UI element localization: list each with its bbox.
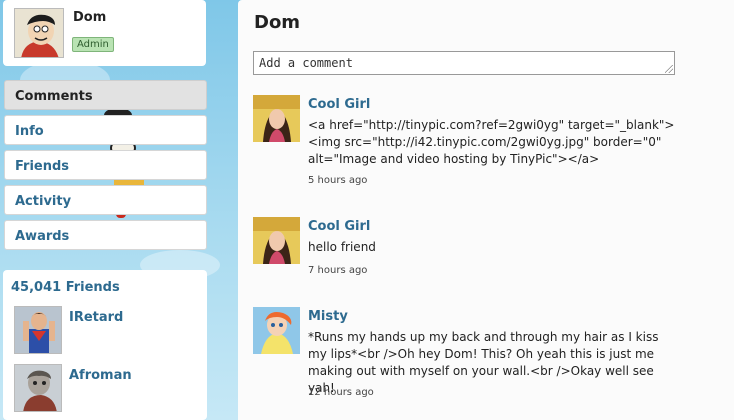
comment-avatar[interactable] [253,217,300,264]
friend-item[interactable]: Afroman [14,364,204,414]
friends-count-title[interactable]: 45,041 Friends [11,280,120,295]
nav-friends[interactable]: Friends [4,150,207,180]
comment-avatar[interactable] [253,95,300,142]
page-title: Dom [254,12,301,33]
comment-item: Cool Girl <a href="http://tinypic.com?re… [253,95,723,195]
comment-timestamp: 7 hours ago [308,265,368,276]
nav-activity[interactable]: Activity [4,185,207,215]
comment-text: hello friend [308,240,376,254]
main-panel: Dom Add a comment Cool Girl <a href="htt… [238,0,734,420]
profile-card: Dom Admin [3,0,206,66]
comment-author[interactable]: Misty [308,309,348,324]
profile-avatar[interactable] [14,8,64,58]
friend-name[interactable]: Afroman [69,368,132,383]
friend-name[interactable]: IRetard [69,310,123,325]
comment-timestamp: 12 hours ago [308,387,374,398]
friend-avatar[interactable] [14,306,62,354]
friends-panel: 45,041 Friends IRetard Afroman [3,270,207,420]
comment-item: Cool Girl hello friend 7 hours ago [253,217,723,287]
admin-badge: Admin [72,37,114,52]
nav-awards[interactable]: Awards [4,220,207,250]
friend-item[interactable]: IRetard [14,306,204,356]
resize-grip-icon[interactable] [665,65,673,73]
comment-input[interactable]: Add a comment [253,51,675,75]
comment-author[interactable]: Cool Girl [308,219,370,234]
profile-name[interactable]: Dom [73,10,106,25]
comment-avatar[interactable] [253,307,300,354]
nav-comments[interactable]: Comments [4,80,207,110]
comment-text: <a href="http://tinypic.com?ref=2gwi0yg"… [308,118,675,166]
nav-info[interactable]: Info [4,115,207,145]
comment-timestamp: 5 hours ago [308,175,368,186]
comment-item: Misty *Runs my hands up my back and thro… [253,307,723,407]
comment-author[interactable]: Cool Girl [308,97,370,112]
friend-avatar[interactable] [14,364,62,412]
